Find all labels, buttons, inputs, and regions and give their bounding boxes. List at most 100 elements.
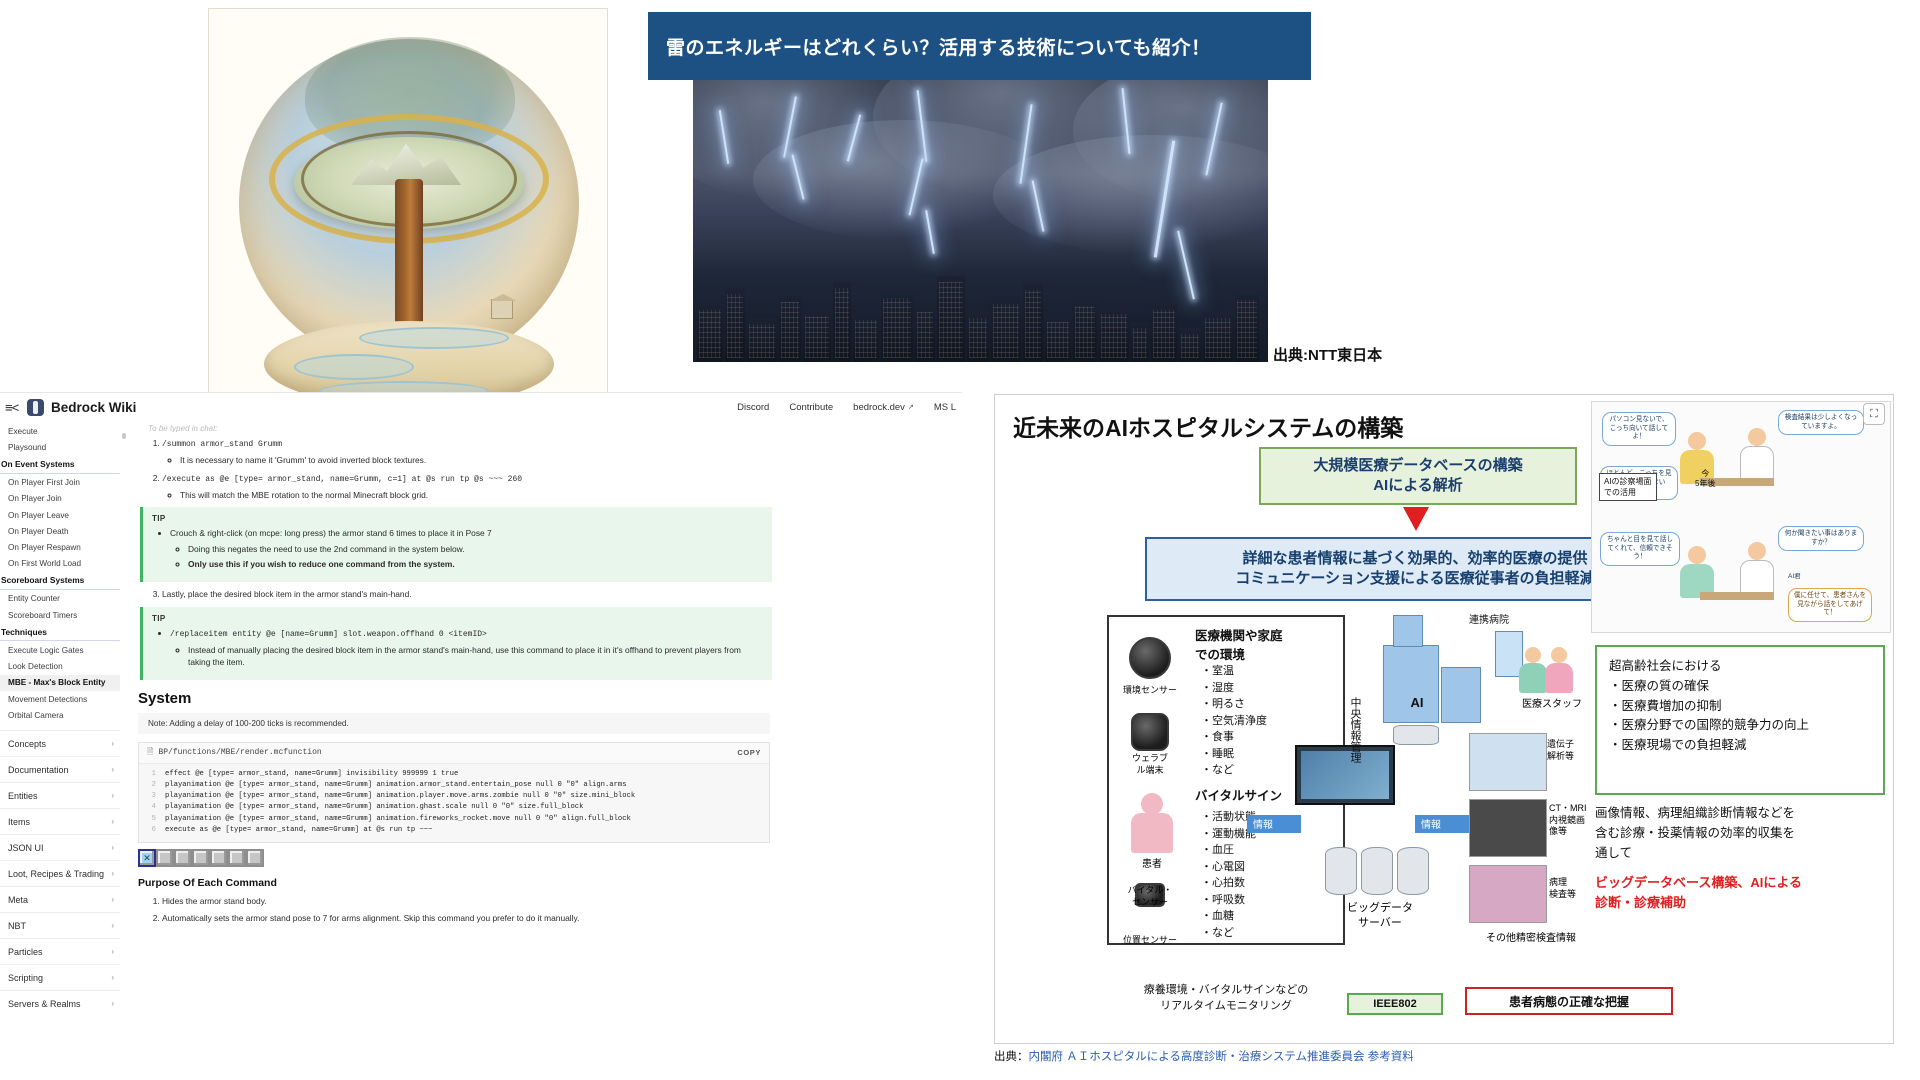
tip-1-bullet: Crouch & right-click (on mcpe: long pres…	[170, 527, 763, 571]
sidebar-item-execute[interactable]: Execute	[0, 423, 120, 439]
building	[937, 276, 965, 362]
document-icon: 🗎	[147, 747, 154, 757]
code-line: 1 effect @e [type= armor_stand, name=Grum…	[139, 769, 769, 780]
sidebar-category-nbt[interactable]: NBT ›	[0, 912, 120, 938]
env-item: ・明るさ	[1201, 698, 1245, 710]
aging-society-card: 超高齢社会における ・医療の質の確保 ・医療費増加の抑制 ・医療分野での国際的競…	[1595, 645, 1885, 795]
code-line: 2 playanimation @e [type= armor_stand, na…	[139, 780, 769, 791]
vital-item: ・血糖	[1201, 910, 1234, 922]
copy-button[interactable]: COPY	[737, 748, 761, 757]
building	[991, 298, 1021, 362]
sidebar-item-on-player-first-join[interactable]: On Player First Join	[0, 475, 120, 491]
doctor-body-icon	[1740, 560, 1774, 596]
code-line: 3 playanimation @e [type= armor_stand, na…	[139, 791, 769, 802]
sidebar-category-servers-realms[interactable]: Servers & Realms ›	[0, 990, 120, 1016]
command-step-2-sub: This will match the MBE rotation to the …	[180, 489, 772, 502]
bigdata-server-icon	[1325, 847, 1357, 895]
imaging-info-text: 画像情報、病理組織診断情報などを 含む診療・投薬情報の効率的収集を 通して	[1595, 803, 1885, 863]
article-source-caption: 出典:NTT東日本	[1273, 347, 1383, 364]
sidebar-item-on-player-join[interactable]: On Player Join	[0, 491, 120, 507]
sidebar-category-concepts[interactable]: Concepts ›	[0, 730, 120, 756]
sidebar-item-look-detection[interactable]: Look Detection	[0, 659, 120, 675]
sidebar-item-entity-counter[interactable]: Entity Counter	[0, 591, 120, 607]
sidebar-item-playsound[interactable]: Playsound	[0, 439, 120, 455]
wiki-brand-title[interactable]: Bedrock Wiki	[51, 400, 136, 415]
sidebar-item-orbital-camera[interactable]: Orbital Camera	[0, 707, 120, 723]
desk-icon	[1700, 592, 1774, 600]
scrollbar-thumb[interactable]	[122, 433, 126, 439]
sidebar-item-scoreboard-timers[interactable]: Scoreboard Timers	[0, 607, 120, 623]
information-arrow-left-label: 情報	[1253, 820, 1273, 831]
sidebar-item-on-player-leave[interactable]: On Player Leave	[0, 507, 120, 523]
yggdrasil-illustration-panel: YGGDRASIL THE MUNDANE TREE	[208, 8, 608, 448]
hospital-building-icon	[1441, 667, 1481, 723]
chevron-right-icon: ›	[111, 765, 114, 775]
nav-bedrock-dev[interactable]: bedrock.dev ↗	[853, 402, 914, 413]
down-arrow-icon	[1403, 507, 1429, 531]
code-block: 🗎 BP/functions/MBE/render.mcfunction COP…	[138, 741, 770, 843]
menu-icon[interactable]: ≡<	[5, 401, 27, 414]
wearable-device-label: ウェラブ ル端末	[1131, 753, 1168, 775]
nav-discord[interactable]: Discord	[737, 402, 769, 413]
nav-ms-learn[interactable]: MS L	[934, 402, 956, 413]
sidebar-item-on-player-respawn[interactable]: On Player Respawn	[0, 539, 120, 555]
patient-head-icon	[1688, 546, 1706, 564]
command-step-1-sub: It is necessary to name it 'Grumm' to av…	[180, 454, 772, 467]
sidebar-category-particles[interactable]: Particles ›	[0, 938, 120, 964]
command-step-1-text: /summon armor_stand Grumm	[162, 440, 283, 449]
ai-label: AI	[1410, 695, 1424, 710]
code-block-body[interactable]: 1 effect @e [type= armor_stand, name=Grum…	[139, 763, 769, 842]
line-number: 6	[151, 825, 156, 834]
sidebar-item-mbe-maxs-block-entity[interactable]: MBE - Max's Block Entity	[0, 674, 120, 691]
staff-avatar-head	[1551, 647, 1567, 663]
sidebar-item-on-player-death[interactable]: On Player Death	[0, 523, 120, 539]
sidebar-category-scripting[interactable]: Scripting ›	[0, 964, 120, 990]
chevron-right-icon: ›	[111, 739, 114, 749]
building	[833, 282, 851, 362]
vital-item: ・血圧	[1201, 844, 1234, 856]
env-item: ・室温	[1201, 665, 1234, 677]
tip-1-sub: Doing this negates the need to use the 2…	[188, 543, 763, 556]
wiki-header: ≡< Bedrock Wiki Discord Contribute bedro…	[0, 393, 962, 421]
command-step-1: /summon armor_stand Grumm It is necessar…	[162, 437, 772, 467]
clipped-intro-line: To be typed in chat:	[148, 424, 218, 432]
chevron-right-icon: ›	[111, 791, 114, 801]
sidebar-category-loot-recipes-trading[interactable]: Loot, Recipes & Trading ›	[0, 860, 120, 886]
hotbar-slot	[174, 848, 192, 867]
patient-head-icon	[1688, 432, 1706, 450]
code-line: 5 playanimation @e [type= armor_stand, na…	[139, 814, 769, 825]
genome-image-icon	[1469, 733, 1547, 791]
command-step-2-text: /execute as @e [type= armor_stand, name=…	[162, 474, 523, 484]
wiki-sidebar[interactable]: Execute Playsound On Event Systems On Pl…	[0, 421, 120, 1080]
staff-avatar-body	[1545, 663, 1573, 693]
sidebar-category-label: Servers & Realms	[8, 998, 81, 1009]
sidebar-item-execute-logic-gates[interactable]: Execute Logic Gates	[0, 642, 120, 658]
sidebar-item-on-first-world-load[interactable]: On First World Load	[0, 556, 120, 572]
temple-icon	[491, 299, 513, 319]
sidebar-category-meta[interactable]: Meta ›	[0, 886, 120, 912]
ct-mri-image-icon	[1469, 799, 1547, 857]
sidebar-category-label: Scripting	[8, 972, 44, 983]
sidebar-category-entities[interactable]: Entities ›	[0, 782, 120, 808]
command-step-2-subs: This will match the MBE rotation to the …	[162, 489, 772, 502]
ai-hospital-slide: 近未来のAIホスピタルシステムの構築 大規模医療データベースの構築 AIによる解…	[994, 394, 1894, 1044]
hotbar-slot-selected	[138, 848, 156, 867]
caption-link[interactable]: 内閣府 ＡＩホスピタルによる高度診断・治療システム推進委員会 参考資料	[1029, 1051, 1414, 1063]
sidebar-category-documentation[interactable]: Documentation ›	[0, 756, 120, 782]
sidebar-category-items[interactable]: Items ›	[0, 808, 120, 834]
content-scrollbar[interactable]	[120, 421, 128, 1080]
aging-society-item: ・医療の質の確保	[1609, 678, 1710, 693]
building	[1045, 316, 1071, 362]
sidebar-item-movement-detections[interactable]: Movement Detections	[0, 691, 120, 707]
pathology-image-icon	[1469, 865, 1547, 923]
sidebar-category-label: JSON UI	[8, 842, 44, 853]
expand-icon[interactable]: ⛶	[1863, 403, 1885, 425]
tip-1-bullets: Crouch & right-click (on mcpe: long pres…	[152, 527, 763, 571]
thunderstorm-photo	[693, 80, 1268, 362]
env-item: ・湿度	[1201, 681, 1234, 694]
city-skyline	[693, 270, 1268, 362]
nav-discord-label: Discord	[737, 401, 770, 413]
sidebar-category-json-ui[interactable]: JSON UI ›	[0, 834, 120, 860]
nav-contribute[interactable]: Contribute	[789, 402, 833, 413]
other-exam-label: その他精密検査情報	[1486, 933, 1576, 944]
